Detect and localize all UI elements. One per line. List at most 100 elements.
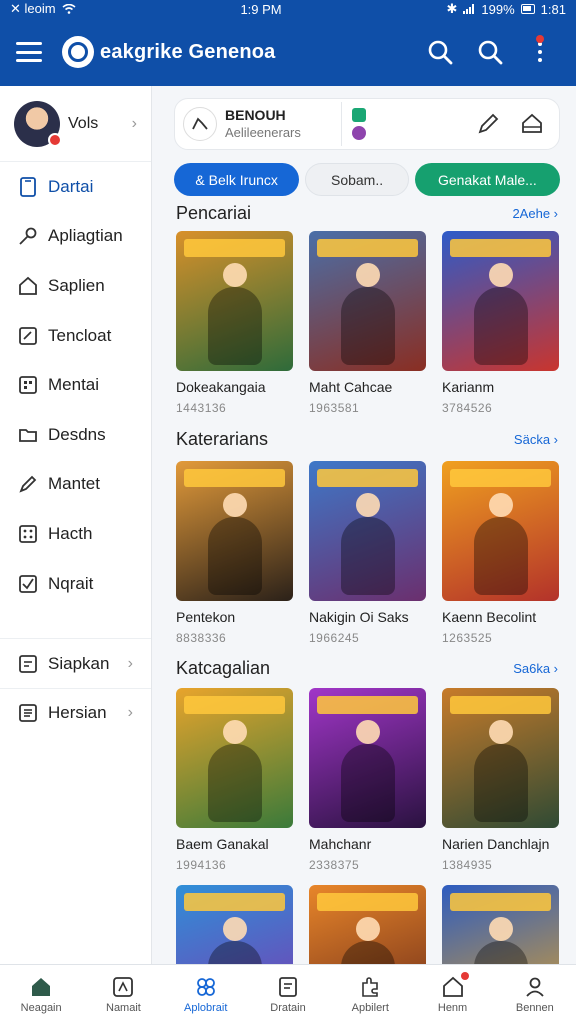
game-name: Mahchanr [309,836,372,852]
tab-henm[interactable]: Henm [411,965,493,1024]
sidebar-item-dartai[interactable]: Dartai [0,162,151,212]
profile-name: Vols [68,114,99,132]
grid-icon [18,375,38,395]
key-icon [18,226,38,246]
game-row: Dokeakangaia 1443136 Maht Cahcae 1963581 K… [176,231,563,415]
sidebar-item-siapkan[interactable]: Siapkan › [0,638,151,688]
game-thumbnail[interactable] [309,885,426,964]
sidebar-item-label: Desdns [48,424,106,444]
game-name: Baem Ganakal [176,836,269,852]
tab-label: Namait [106,1002,141,1014]
sidebar-item-apliagtian[interactable]: Apliagtian [0,212,151,262]
featured-badges [352,108,366,140]
house-icon[interactable] [515,107,549,141]
game-stat: 1963581 [309,401,360,415]
tab-neagain[interactable]: Neagain [0,965,82,1024]
folder-icon [18,425,38,445]
game-thumbnail[interactable] [442,231,559,371]
game-card[interactable]: Dokeakangaia 1443136 [176,231,297,415]
sidebar-item-tencloat[interactable]: Tencloat [0,311,151,361]
section-see-more[interactable]: Sa6ka › [513,661,558,676]
chevron-right-icon: › [131,114,137,132]
game-thumbnail[interactable] [176,885,293,964]
pen-icon [18,474,38,494]
profile-icon [523,975,547,999]
compass-icon [111,975,135,999]
divider [341,102,342,146]
carrier-label: ✕ leoim [10,1,56,16]
tab-namait[interactable]: Namait [82,965,164,1024]
sidebar-item-saplien[interactable]: Saplien [0,261,151,311]
hamburger-menu-icon[interactable] [16,42,42,62]
game-card[interactable]: Mahchanr 2338375 [309,688,430,872]
tab-aplobrait[interactable]: Aplobrait [165,965,247,1024]
tab-apbilert[interactable]: Apbilert [329,965,411,1024]
game-card[interactable]: Maht Cahcae 1963581 [309,231,430,415]
game-thumbnail[interactable] [309,461,426,601]
chip-secondary[interactable]: Sobam.. [305,163,409,196]
search-icon[interactable] [470,32,510,72]
sidebar-item-label: Nqrait [48,573,94,593]
game-thumbnail[interactable] [442,688,559,828]
sidebar-item-hacth[interactable]: Hacth [0,509,151,559]
edit-box-icon [18,326,38,346]
game-card[interactable]: Baem Ganakal 1994136 [176,688,297,872]
home-icon [18,276,38,296]
game-controller-icon [183,107,217,141]
status-time: 1:9 PM [240,1,282,17]
game-card[interactable] [442,885,563,964]
game-row: Baem Ganakal 1994136 Mahchanr 2338375 Nari… [176,688,563,872]
signal-icon [463,2,475,17]
game-stat: 2338375 [309,858,360,872]
featured-subtitle: Aelileenerars [225,124,301,140]
game-thumbnail[interactable] [176,231,293,371]
game-thumbnail[interactable] [442,461,559,601]
game-card[interactable] [176,885,297,964]
grid-small-icon [18,524,38,544]
sidebar-item-label: Mentai [48,375,100,395]
sidebar-item-mentai[interactable]: Mentai [0,360,151,410]
game-card[interactable]: Pentekon 8838336 [176,461,297,645]
chip-primary[interactable]: & Belk Iruncx [174,163,300,196]
document-icon [276,975,300,999]
main-content: BENOUH Aelileenerars & Belk Iruncx Sobam… [152,86,576,964]
game-thumbnail[interactable] [442,885,559,964]
sidebar-item-nqrait[interactable]: Nqrait [0,559,151,609]
section-see-more[interactable]: Säcka › [514,432,558,447]
tab-bennen[interactable]: Bennen [494,965,576,1024]
game-card[interactable]: Nakigin Oi Saks 1966245 [309,461,430,645]
game-name: Pentekon [176,609,236,625]
section-see-more[interactable]: 2Aehe › [512,206,558,221]
search-icon[interactable] [420,32,460,72]
game-thumbnail[interactable] [309,231,426,371]
sidebar-item-mantet[interactable]: Mantet [0,460,151,510]
game-thumbnail[interactable] [176,688,293,828]
sidebar-item-label: Saplien [48,275,105,295]
filter-chips: & Belk Iruncx Sobam.. Genakat Male... [174,163,560,196]
sidebar-item-hersian[interactable]: Hersian › [0,687,151,738]
profile-row[interactable]: Vols › [0,86,151,162]
game-card[interactable]: Kaenn Becolint 1263525 [442,461,563,645]
sidebar-item-desdns[interactable]: Desdns [0,410,151,460]
game-name: Dokeakangaia [176,379,266,395]
game-stat: 1443136 [176,401,227,415]
note-icon [18,654,38,674]
phone-icon [18,176,38,197]
chip-tertiary[interactable]: Genakat Male... [414,163,560,196]
tab-dratain[interactable]: Dratain [247,965,329,1024]
edit-pencil-icon[interactable] [471,107,505,141]
game-thumbnail[interactable] [176,461,293,601]
game-card[interactable]: Karianm 3784526 [442,231,563,415]
tab-label: Dratain [270,1002,306,1014]
game-card[interactable]: Narien Danchlajn 1384935 [442,688,563,872]
sidebar-item-label: Apliagtian [48,226,123,246]
game-name: Narien Danchlajn [442,836,550,852]
more-options-icon[interactable] [520,32,560,72]
tab-label: Henm [437,1002,468,1014]
game-thumbnail[interactable] [309,688,426,828]
sidebar-item-label: Hersian [48,703,107,723]
featured-card[interactable]: BENOUH Aelileenerars [174,98,560,150]
notification-dot [460,972,469,980]
game-card[interactable] [309,885,430,964]
section-title: Pencariai [176,203,252,223]
